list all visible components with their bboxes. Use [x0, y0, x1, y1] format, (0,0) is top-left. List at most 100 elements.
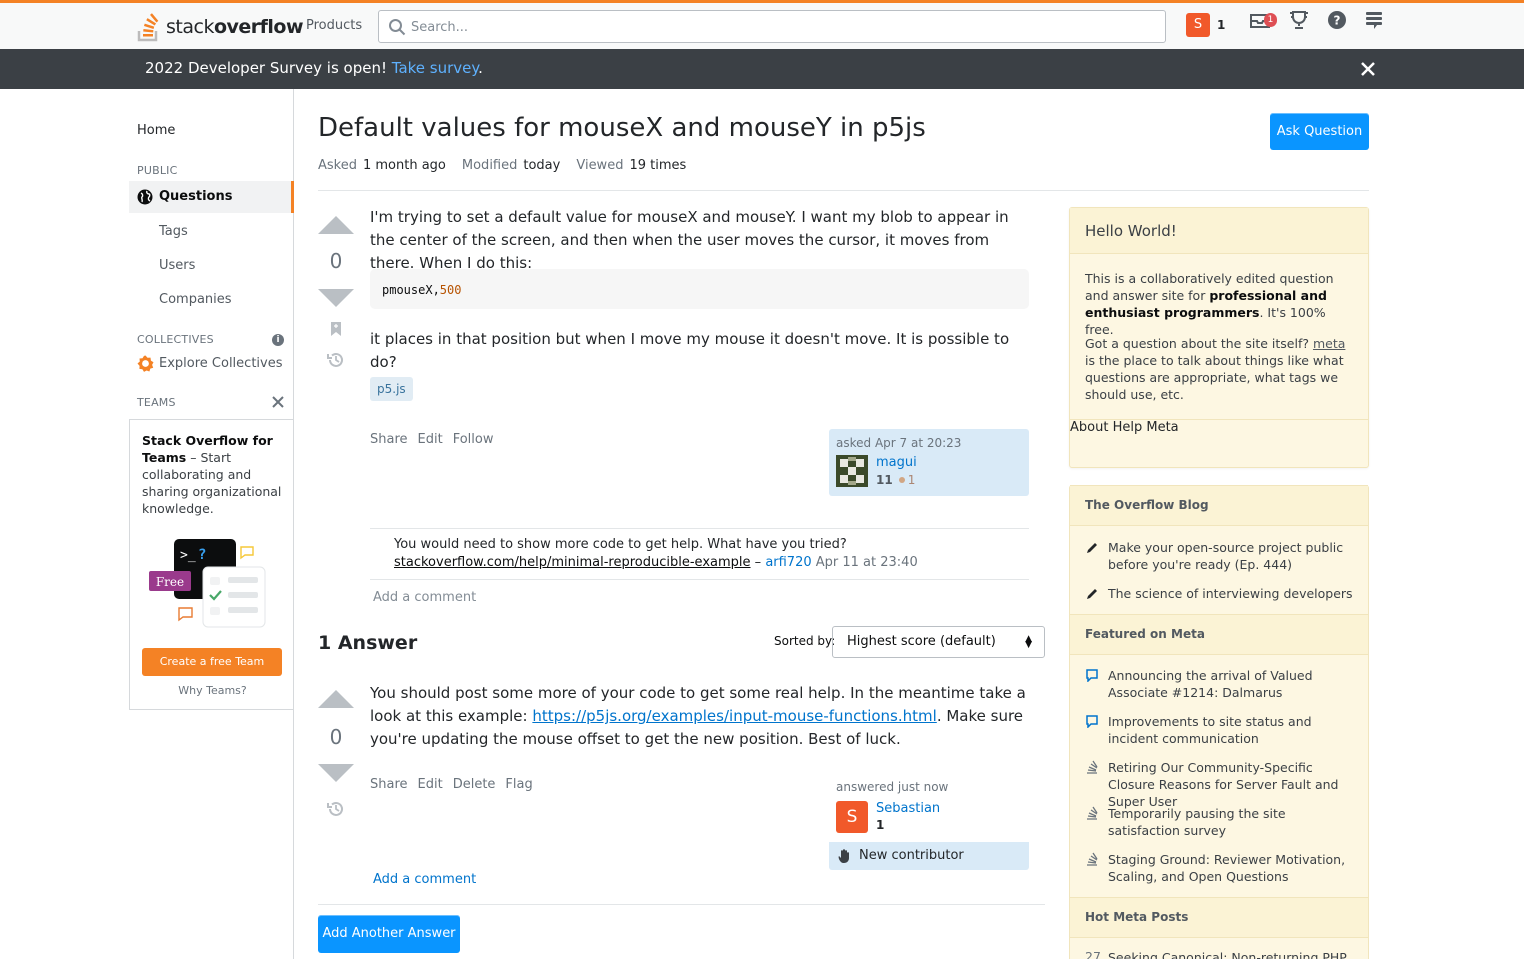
- answer-post-menu: Share Edit Delete Flag: [370, 777, 533, 792]
- hello-world-widget: Hello World! This is a collaboratively e…: [1069, 207, 1369, 468]
- add-comment-link[interactable]: Add a comment: [373, 590, 476, 605]
- history-icon[interactable]: [326, 351, 345, 369]
- pencil-icon: [1087, 543, 1097, 553]
- sidebar-item-users[interactable]: Users: [159, 258, 195, 273]
- teams-promo: Stack Overflow for Teams – Start collabo…: [129, 419, 294, 710]
- sidebar-item-companies[interactable]: Companies: [159, 292, 232, 307]
- featured-item[interactable]: Improvements to site status and incident…: [1108, 713, 1358, 747]
- tag-p5js[interactable]: p5.js: [370, 377, 413, 401]
- sort-select[interactable]: Highest score (default) ▲ ▼: [832, 626, 1045, 658]
- stack-logo-icon: [137, 13, 159, 42]
- answers-header: 1 Answer: [318, 632, 418, 654]
- share-link[interactable]: Share: [370, 777, 408, 792]
- teams-promo-text: Stack Overflow for Teams – Start collabo…: [142, 433, 282, 516]
- answer-body: You should post some more of your code t…: [370, 684, 1026, 748]
- svg-text:?: ?: [198, 547, 206, 563]
- reputation-count: 1: [1217, 18, 1226, 32]
- close-icon[interactable]: [1358, 59, 1378, 79]
- vote-count: 0: [329, 725, 343, 749]
- why-teams-link[interactable]: Why Teams?: [130, 684, 295, 697]
- share-link[interactable]: Share: [370, 432, 408, 447]
- avatar[interactable]: [836, 455, 868, 487]
- hot-meta-item[interactable]: Seeking Canonical: Non-returning PHP: [1108, 949, 1358, 959]
- hot-meta-title: Hot Meta Posts: [1070, 897, 1368, 938]
- help-link[interactable]: Help: [1113, 420, 1143, 435]
- history-icon[interactable]: [326, 800, 345, 818]
- add-comment-link[interactable]: Add a comment: [373, 872, 476, 887]
- take-survey-link[interactable]: Take survey: [392, 59, 478, 77]
- follow-link[interactable]: Follow: [453, 432, 494, 447]
- search-box[interactable]: [378, 10, 1166, 43]
- featured-item[interactable]: Temporarily pausing the site satisfactio…: [1108, 805, 1358, 839]
- downvote-button[interactable]: [318, 289, 354, 307]
- close-icon[interactable]: [272, 396, 284, 408]
- question-owner-card: asked Apr 7 at 20:23 magui 11 1: [829, 429, 1029, 496]
- sort-select-value: Highest score (default): [847, 634, 996, 649]
- wave-hand-icon: [838, 849, 849, 863]
- upvote-button[interactable]: [318, 690, 354, 708]
- featured-title: Featured on Meta: [1070, 614, 1368, 655]
- about-link[interactable]: About: [1070, 420, 1108, 435]
- delete-link[interactable]: Delete: [453, 777, 496, 792]
- select-arrows-icon: ▲ ▼: [1025, 634, 1032, 650]
- survey-banner: 2022 Developer Survey is open! Take surv…: [0, 49, 1524, 89]
- site-switcher-icon[interactable]: [1362, 9, 1386, 31]
- hello-paragraph-2: Got a question about the site itself? me…: [1085, 336, 1346, 402]
- upvote-button[interactable]: [318, 216, 354, 234]
- author-name-link[interactable]: Sebastian: [876, 801, 940, 816]
- edit-link[interactable]: Edit: [418, 777, 443, 792]
- meta-link[interactable]: meta: [1313, 336, 1345, 351]
- add-another-answer-button[interactable]: Add Another Answer: [318, 915, 460, 953]
- avatar[interactable]: S: [836, 801, 868, 833]
- sidebar-item-explore-collectives[interactable]: Explore Collectives: [137, 355, 283, 372]
- modified-info: Modified today: [461, 158, 561, 173]
- stack-exchange-icon: [1087, 760, 1098, 774]
- stackoverflow-logo[interactable]: stackoverflow: [136, 11, 304, 43]
- sidebar-item-questions[interactable]: Questions: [129, 181, 294, 213]
- new-contributor-label: New contributor: [859, 848, 964, 863]
- page-title[interactable]: Default values for mouseX and mouseY in …: [318, 113, 926, 143]
- owner-name-link[interactable]: magui: [876, 455, 917, 470]
- user-profile-link[interactable]: S 1: [1186, 13, 1225, 37]
- create-team-button[interactable]: Create a free Team: [142, 648, 282, 676]
- sidebar-item-label: Questions: [159, 189, 233, 204]
- comment-date: Apr 11 at 23:40: [815, 555, 918, 570]
- widget-footer: About Help Meta: [1070, 419, 1368, 468]
- asked-timestamp[interactable]: asked Apr 7 at 20:23: [836, 436, 961, 450]
- ask-question-button[interactable]: Ask Question: [1270, 113, 1369, 150]
- divider: [318, 190, 1369, 191]
- blog-item[interactable]: The science of interviewing developers: [1108, 585, 1358, 602]
- downvote-button[interactable]: [318, 764, 354, 782]
- public-section-label: PUBLIC: [137, 164, 178, 177]
- featured-item[interactable]: Announcing the arrival of Valued Associa…: [1108, 667, 1358, 701]
- featured-item[interactable]: Staging Ground: Reviewer Motivation, Sca…: [1108, 851, 1358, 885]
- stack-exchange-icon: [1087, 806, 1098, 820]
- meta-chat-icon: [1086, 715, 1098, 728]
- hello-paragraph-1: This is a collaboratively edited questio…: [1085, 271, 1334, 337]
- achievements-icon[interactable]: [1287, 9, 1311, 31]
- answered-timestamp[interactable]: answered just now: [836, 780, 948, 794]
- products-menu[interactable]: Products: [296, 12, 372, 40]
- edit-link[interactable]: Edit: [418, 432, 443, 447]
- comment-user-link[interactable]: arfi720: [765, 555, 811, 570]
- flag-link[interactable]: Flag: [505, 777, 532, 792]
- sidebar-item-home[interactable]: Home: [137, 123, 175, 138]
- bookmark-icon[interactable]: [329, 321, 343, 337]
- answer-link[interactable]: https://p5js.org/examples/input-mouse-fu…: [532, 707, 936, 725]
- help-icon[interactable]: ?: [1325, 9, 1349, 31]
- banner-text: 2022 Developer Survey is open! Take surv…: [145, 59, 483, 77]
- info-icon[interactable]: i: [272, 334, 284, 346]
- new-contributor-indicator[interactable]: New contributor: [829, 842, 1029, 870]
- collectives-section-label: COLLECTIVES: [137, 333, 214, 346]
- top-bar: stackoverflow Products S 1 1 ?: [0, 0, 1524, 49]
- blog-item[interactable]: Make your open-source project public bef…: [1108, 539, 1358, 573]
- meta-chat-icon: [1086, 669, 1098, 682]
- overflow-blog-widget: The Overflow Blog Make your open-source …: [1069, 485, 1369, 959]
- featured-item[interactable]: Retiring Our Community-Specific Closure …: [1108, 759, 1358, 810]
- meta-footer-link[interactable]: Meta: [1146, 420, 1178, 435]
- search-input[interactable]: [411, 17, 1151, 37]
- comment-link[interactable]: stackoverflow.com/help/minimal-reproduci…: [394, 555, 751, 570]
- left-sidebar: Home PUBLIC Questions Tags Users Compani…: [0, 89, 294, 959]
- sidebar-item-tags[interactable]: Tags: [159, 224, 188, 239]
- author-reputation: 1: [876, 818, 885, 832]
